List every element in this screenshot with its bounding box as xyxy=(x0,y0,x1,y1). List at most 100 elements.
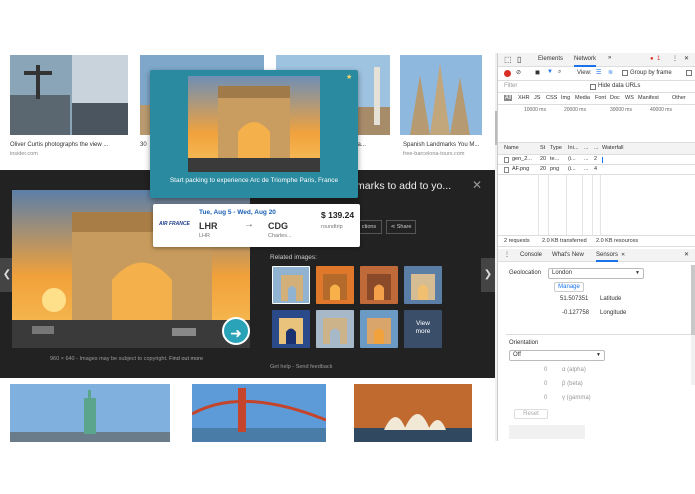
drawer-tab-sensors[interactable]: Sensors xyxy=(596,252,619,262)
flight-price: $ 139.24 xyxy=(321,210,355,220)
get-help-link[interactable]: Get help xyxy=(270,364,291,370)
related-image[interactable] xyxy=(272,310,310,348)
filter-img[interactable]: Img xyxy=(561,95,570,101)
devtools-close-icon[interactable]: ✕ xyxy=(684,55,689,62)
image-dimensions: 960 × 640 - Images may be subject to cop… xyxy=(50,356,203,362)
device-toolbar-icon[interactable]: ▯ xyxy=(517,55,521,64)
preserve-log-checkbox[interactable] xyxy=(686,70,692,76)
related-image[interactable] xyxy=(404,266,442,304)
filter-js[interactable]: JS xyxy=(534,95,540,101)
result-thumb-christ-redeemer[interactable] xyxy=(10,55,128,135)
timeline-overview[interactable]: 10000 ms 20000 ms 30000 ms 40000 ms xyxy=(498,105,695,143)
tab-network[interactable]: Network xyxy=(574,56,597,67)
request-row[interactable]: gen_2... 20 te... (i... ... 2 xyxy=(498,155,695,165)
flight-offer-card[interactable]: AIR FRANCE Tue, Aug 5 - Wed, Aug 20 LHR … xyxy=(153,204,360,247)
col-waterfall[interactable]: Waterfall xyxy=(602,145,624,151)
related-image[interactable] xyxy=(316,266,354,304)
col-size[interactable]: ... xyxy=(584,145,589,151)
large-rows-icon[interactable]: ☰ xyxy=(596,69,601,76)
find-out-more-link[interactable]: Find out more xyxy=(169,356,203,362)
drawer-tab-console[interactable]: Console xyxy=(520,252,542,258)
filter-row: Filter Hide data URLs xyxy=(498,81,695,93)
latitude-input[interactable]: 51.507351 xyxy=(560,296,588,302)
filter-doc[interactable]: Doc xyxy=(610,95,620,101)
search-icon[interactable]: ⌕ xyxy=(558,69,561,76)
sensors-tab-close-icon[interactable]: ✕ xyxy=(621,252,625,258)
share-button[interactable]: ⋖ Share xyxy=(386,220,416,234)
filter-icon[interactable]: ▼ xyxy=(547,69,553,75)
request-type: png xyxy=(550,166,560,172)
devtools-menu-icon[interactable]: ⋮ xyxy=(672,55,678,62)
drawer-close-icon[interactable]: ✕ xyxy=(684,251,689,258)
reset-button[interactable]: Reset xyxy=(514,409,548,419)
related-image[interactable] xyxy=(316,310,354,348)
timeline-tick: 30000 ms xyxy=(610,107,632,113)
filter-xhr[interactable]: XHR xyxy=(518,95,530,101)
col-status[interactable]: St xyxy=(540,145,545,151)
popup-star-icon[interactable]: ★ xyxy=(346,73,352,81)
beta-input[interactable]: 0 xyxy=(544,381,547,387)
drawer-scrollbar-thumb[interactable] xyxy=(691,265,695,335)
travel-popup[interactable]: ★ Start packing to experience Arc de Tri… xyxy=(150,70,358,198)
next-image-button[interactable]: ❯ xyxy=(481,258,495,292)
error-icon[interactable]: ● xyxy=(650,56,654,62)
filter-input[interactable]: Filter xyxy=(504,83,517,89)
orientation-value: Off xyxy=(513,352,521,358)
result-title[interactable]: Oliver Curtis photographs the view ... xyxy=(10,142,108,148)
filter-manifest[interactable]: Manifest xyxy=(638,95,659,101)
related-image[interactable] xyxy=(272,266,310,304)
alpha-input[interactable]: 0 xyxy=(544,367,547,373)
manage-button[interactable]: Manage xyxy=(554,282,584,292)
col-time[interactable]: ... xyxy=(594,145,599,151)
tab-elements[interactable]: Elements xyxy=(538,56,563,62)
destination-code: CDG xyxy=(268,221,288,231)
hide-data-urls-label: Hide data URLs xyxy=(598,83,641,89)
filter-ws[interactable]: WS xyxy=(625,95,634,101)
more-tabs-icon[interactable]: » xyxy=(608,55,611,61)
related-image[interactable] xyxy=(360,310,398,348)
result-thumb-sagrada-familia[interactable] xyxy=(400,55,482,135)
request-initiator: (i... xyxy=(568,156,576,162)
requests-empty-area xyxy=(498,175,695,235)
geolocation-select[interactable]: London ▼ xyxy=(548,268,644,279)
filter-all[interactable]: All xyxy=(504,95,513,101)
result-thumb-golden-gate[interactable] xyxy=(192,384,326,442)
related-image[interactable] xyxy=(360,266,398,304)
filter-media[interactable]: Media xyxy=(575,95,590,101)
result-thumb-statue-of-liberty[interactable] xyxy=(10,384,170,442)
result-title[interactable]: 30 xyxy=(140,142,147,148)
record-icon[interactable] xyxy=(504,70,511,77)
gamma-input[interactable]: 0 xyxy=(544,395,547,401)
group-by-frame-checkbox[interactable] xyxy=(622,70,628,76)
view-more-related[interactable]: View more xyxy=(404,310,442,348)
drawer-menu-icon[interactable]: ⋮ xyxy=(504,251,510,258)
col-initiator[interactable]: Ini... xyxy=(568,145,578,151)
result-source: insider.com xyxy=(10,151,38,157)
origin-code: LHR xyxy=(199,221,218,231)
close-panel-icon[interactable]: ✕ xyxy=(472,178,482,192)
screenshot-icon[interactable]: ◼ xyxy=(535,69,540,76)
col-name[interactable]: Name xyxy=(504,145,519,151)
filter-font[interactable]: Font xyxy=(595,95,606,101)
filter-other[interactable]: Other xyxy=(672,95,686,101)
chevron-down-icon: ▼ xyxy=(596,352,601,358)
drawer-scrollbar[interactable] xyxy=(691,265,695,385)
send-feedback-link[interactable]: Send feedback xyxy=(296,364,333,370)
overview-icon[interactable]: ≋ xyxy=(608,69,613,76)
next-arrow-overlay-button[interactable]: ➜ xyxy=(222,317,250,345)
orientation-label: Orientation xyxy=(509,340,539,346)
col-type[interactable]: Type xyxy=(550,145,562,151)
image-preview-panel: ❮ ➜ 960 × 640 - Images may be subject to… xyxy=(0,170,495,378)
clear-icon[interactable]: ⊘ xyxy=(516,69,521,76)
timeline-tick: 20000 ms xyxy=(564,107,586,113)
hide-data-urls-checkbox[interactable] xyxy=(590,84,596,90)
result-title[interactable]: Spanish Landmarks You M... xyxy=(403,142,479,148)
request-row[interactable]: AF.png 20 png (i... ... 4 xyxy=(498,165,695,175)
inspect-icon[interactable]: ⬚ xyxy=(504,55,512,64)
result-thumb-sydney-opera[interactable] xyxy=(354,384,472,442)
longitude-input[interactable]: -0.127758 xyxy=(562,310,589,316)
orientation-select[interactable]: Off ▼ xyxy=(509,350,605,361)
drawer-tab-whats-new[interactable]: What's New xyxy=(552,252,584,258)
route-arrow-icon: → xyxy=(244,219,254,230)
filter-css[interactable]: CSS xyxy=(546,95,557,101)
